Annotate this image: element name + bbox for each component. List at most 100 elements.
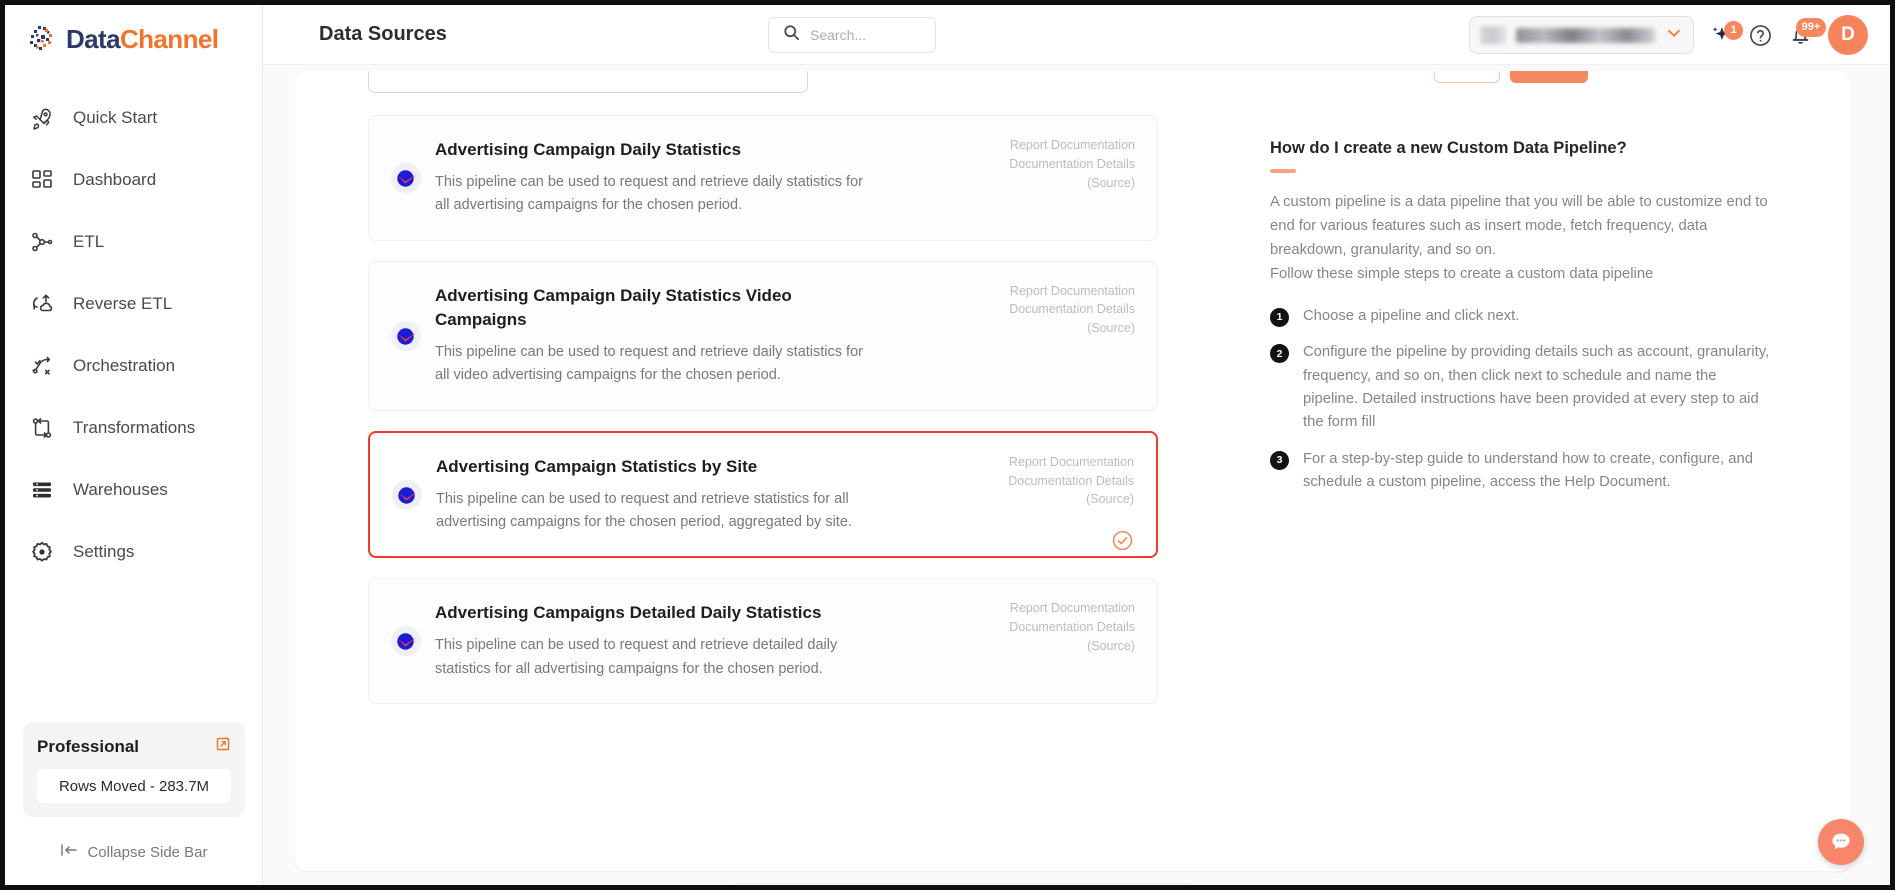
help-step-number: 1 — [1270, 307, 1289, 327]
footer-divider — [735, 883, 1190, 884]
etl-nodes-icon — [29, 229, 55, 255]
sidebar-item-label: ETL — [73, 232, 105, 251]
pipeline-card[interactable]: Advertising Campaign Daily Statistics Th… — [368, 115, 1158, 241]
report-documentation-link[interactable]: Report Documentation — [959, 453, 1134, 472]
pipeline-search-input-partial[interactable] — [368, 71, 808, 93]
search-box[interactable]: Search... — [768, 17, 936, 53]
brand-name-part1: Data — [66, 23, 121, 54]
collapse-sidebar-label: Collapse Side Bar — [87, 843, 208, 861]
report-documentation-link[interactable]: Report Documentation — [960, 282, 1135, 301]
help-step-number: 3 — [1270, 450, 1289, 470]
pipeline-card[interactable]: Advertising Campaigns Detailed Daily Sta… — [368, 578, 1158, 705]
page-title: Data Sources — [319, 23, 447, 45]
yandex-direct-icon — [389, 319, 423, 353]
pipeline-description: This pipeline can be used to request and… — [436, 490, 852, 530]
chat-widget-button[interactable] — [1818, 819, 1864, 865]
pipeline-description: This pipeline can be used to request and… — [435, 343, 863, 384]
next-button-partial[interactable] — [1510, 71, 1588, 83]
documentation-details-link[interactable]: Documentation Details (Source) — [960, 155, 1135, 193]
brand-logo[interactable]: DataChannel — [5, 5, 262, 73]
sidebar: DataChannel Quick Start Dashboard ETL Re… — [5, 5, 263, 885]
yandex-direct-icon — [389, 161, 423, 195]
help-step-number: 2 — [1270, 344, 1289, 364]
sidebar-item-transformations[interactable]: Transformations — [5, 405, 262, 451]
gear-icon — [29, 539, 55, 565]
pipeline-selection-panel: Advertising Campaign Daily Statistics Th… — [295, 71, 1850, 884]
help-paragraph-1: A custom pipeline is a data pipeline tha… — [1270, 194, 1768, 258]
pipeline-title: Advertising Campaign Statistics by Site — [436, 456, 758, 476]
sidebar-item-label: Quick Start — [73, 108, 158, 127]
sidebar-item-label: Warehouses — [73, 480, 168, 499]
plan-name: Professional — [37, 736, 140, 756]
account-select[interactable] — [1469, 16, 1694, 54]
yandex-direct-icon — [389, 624, 423, 658]
datachannel-globe-logo-icon — [25, 22, 59, 56]
help-panel: How do I create a new Custom Data Pipeli… — [1270, 139, 1770, 508]
report-documentation-link[interactable]: Report Documentation — [960, 599, 1135, 618]
header-actions: 1 99+ D — [1469, 5, 1868, 65]
sidebar-item-reverse-etl[interactable]: Reverse ETL — [5, 281, 262, 327]
warehouse-stack-icon — [29, 477, 55, 503]
notifications-badge: 99+ — [1796, 17, 1826, 37]
brand-name: DataChannel — [66, 23, 219, 55]
help-panel-rule — [1270, 169, 1296, 173]
avatar[interactable]: D — [1828, 15, 1868, 55]
sidebar-item-orchestration[interactable]: Orchestration — [5, 343, 262, 389]
help-step-text: Choose a pipeline and click next. — [1303, 307, 1520, 324]
back-button-partial[interactable] — [1434, 71, 1500, 83]
check-circle-icon — [1112, 530, 1133, 551]
selected-indicator — [959, 529, 1134, 552]
ai-badge: 1 — [1724, 21, 1743, 40]
help-step: 1 Choose a pipeline and click next. — [1270, 305, 1770, 328]
help-step: 2 Configure the pipeline by providing de… — [1270, 341, 1770, 435]
sidebar-item-quick-start[interactable]: Quick Start — [5, 95, 262, 141]
pipeline-card-selected[interactable]: Advertising Campaign Statistics by Site … — [368, 430, 1158, 559]
notifications-button[interactable]: 99+ — [1789, 17, 1826, 47]
rocket-icon — [29, 105, 55, 131]
sidebar-nav: Quick Start Dashboard ETL Reverse ETL Or… — [5, 95, 262, 575]
sidebar-item-label: Reverse ETL — [73, 294, 173, 313]
orchestration-path-icon — [29, 353, 55, 379]
documentation-details-link[interactable]: Documentation Details (Source) — [960, 300, 1135, 338]
help-step-text: For a step-by-step guide to understand h… — [1303, 450, 1753, 491]
chat-bubble-icon — [1832, 833, 1850, 850]
plan-box: Professional Rows Moved - 283.7M — [23, 722, 245, 817]
external-link-icon[interactable] — [215, 736, 231, 757]
sidebar-item-dashboard[interactable]: Dashboard — [5, 157, 262, 203]
transformations-swap-icon — [29, 415, 55, 441]
collapse-left-icon — [60, 843, 78, 861]
pipeline-title: Advertising Campaigns Detailed Daily Sta… — [435, 603, 822, 623]
top-header: Data Sources Search... 1 99+ D — [263, 5, 1890, 65]
documentation-details-link[interactable]: Documentation Details (Source) — [960, 618, 1135, 656]
grid-dashboard-icon — [29, 167, 55, 193]
collapse-sidebar-button[interactable]: Collapse Side Bar — [5, 843, 263, 861]
chevron-down-icon — [1665, 24, 1683, 47]
sidebar-item-settings[interactable]: Settings — [5, 529, 262, 575]
pipeline-title: Advertising Campaign Daily Statistics Vi… — [435, 285, 792, 330]
ai-assistant-button[interactable]: 1 — [1710, 21, 1743, 46]
sidebar-item-etl[interactable]: ETL — [5, 219, 262, 265]
scrolled-offscreen-row — [295, 71, 1850, 101]
help-button[interactable] — [1748, 23, 1773, 48]
help-step-text: Configure the pipeline by providing deta… — [1303, 344, 1770, 431]
pipeline-description: This pipeline can be used to request and… — [435, 173, 863, 214]
yandex-direct-icon — [390, 478, 424, 512]
help-step: 3 For a step-by-step guide to understand… — [1270, 448, 1770, 495]
documentation-details-link[interactable]: Documentation Details (Source) — [959, 472, 1134, 510]
main-content: Advertising Campaign Daily Statistics Th… — [263, 65, 1890, 885]
search-input[interactable]: Search... — [810, 27, 866, 43]
pipeline-description: This pipeline can be used to request and… — [435, 637, 838, 677]
help-paragraph-2: Follow these simple steps to create a cu… — [1270, 265, 1654, 282]
reverse-etl-cloud-icon — [29, 291, 55, 317]
pipeline-card[interactable]: Advertising Campaign Daily Statistics Vi… — [368, 260, 1158, 411]
report-documentation-link[interactable]: Report Documentation — [960, 136, 1135, 155]
brand-name-part2: Channel — [119, 23, 219, 54]
account-name-redacted — [1516, 27, 1655, 43]
app-window: DataChannel Quick Start Dashboard ETL Re… — [0, 0, 1895, 890]
question-circle-icon — [1750, 24, 1771, 46]
sidebar-item-label: Orchestration — [73, 356, 176, 375]
search-icon — [783, 24, 800, 46]
sidebar-item-warehouses[interactable]: Warehouses — [5, 467, 262, 513]
sidebar-item-label: Transformations — [73, 418, 196, 437]
sidebar-item-label: Settings — [73, 542, 135, 561]
